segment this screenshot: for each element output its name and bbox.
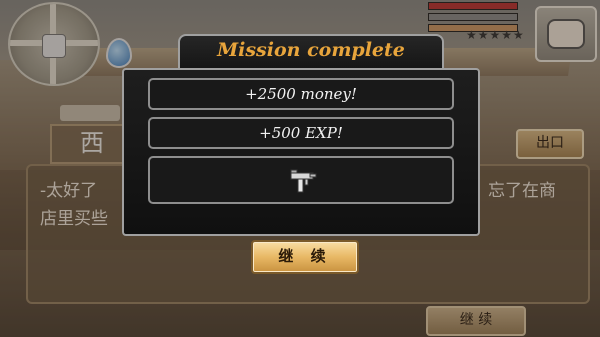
- reward-money: +2500 money!: [245, 85, 357, 103]
- reward-row: +2500 money!: [148, 78, 454, 110]
- continue-button[interactable]: 继 续: [251, 240, 359, 274]
- uzi-gun-icon: [290, 169, 317, 193]
- reward-row: +500 EXP!: [148, 117, 454, 149]
- mission-title: Mission complete: [217, 39, 405, 61]
- mission-reward-panel: +2500 money! +500 EXP!: [122, 68, 480, 236]
- reward-item-box: [148, 156, 454, 204]
- mission-title-tab: Mission complete: [178, 34, 444, 70]
- reward-exp: +500 EXP!: [259, 124, 343, 142]
